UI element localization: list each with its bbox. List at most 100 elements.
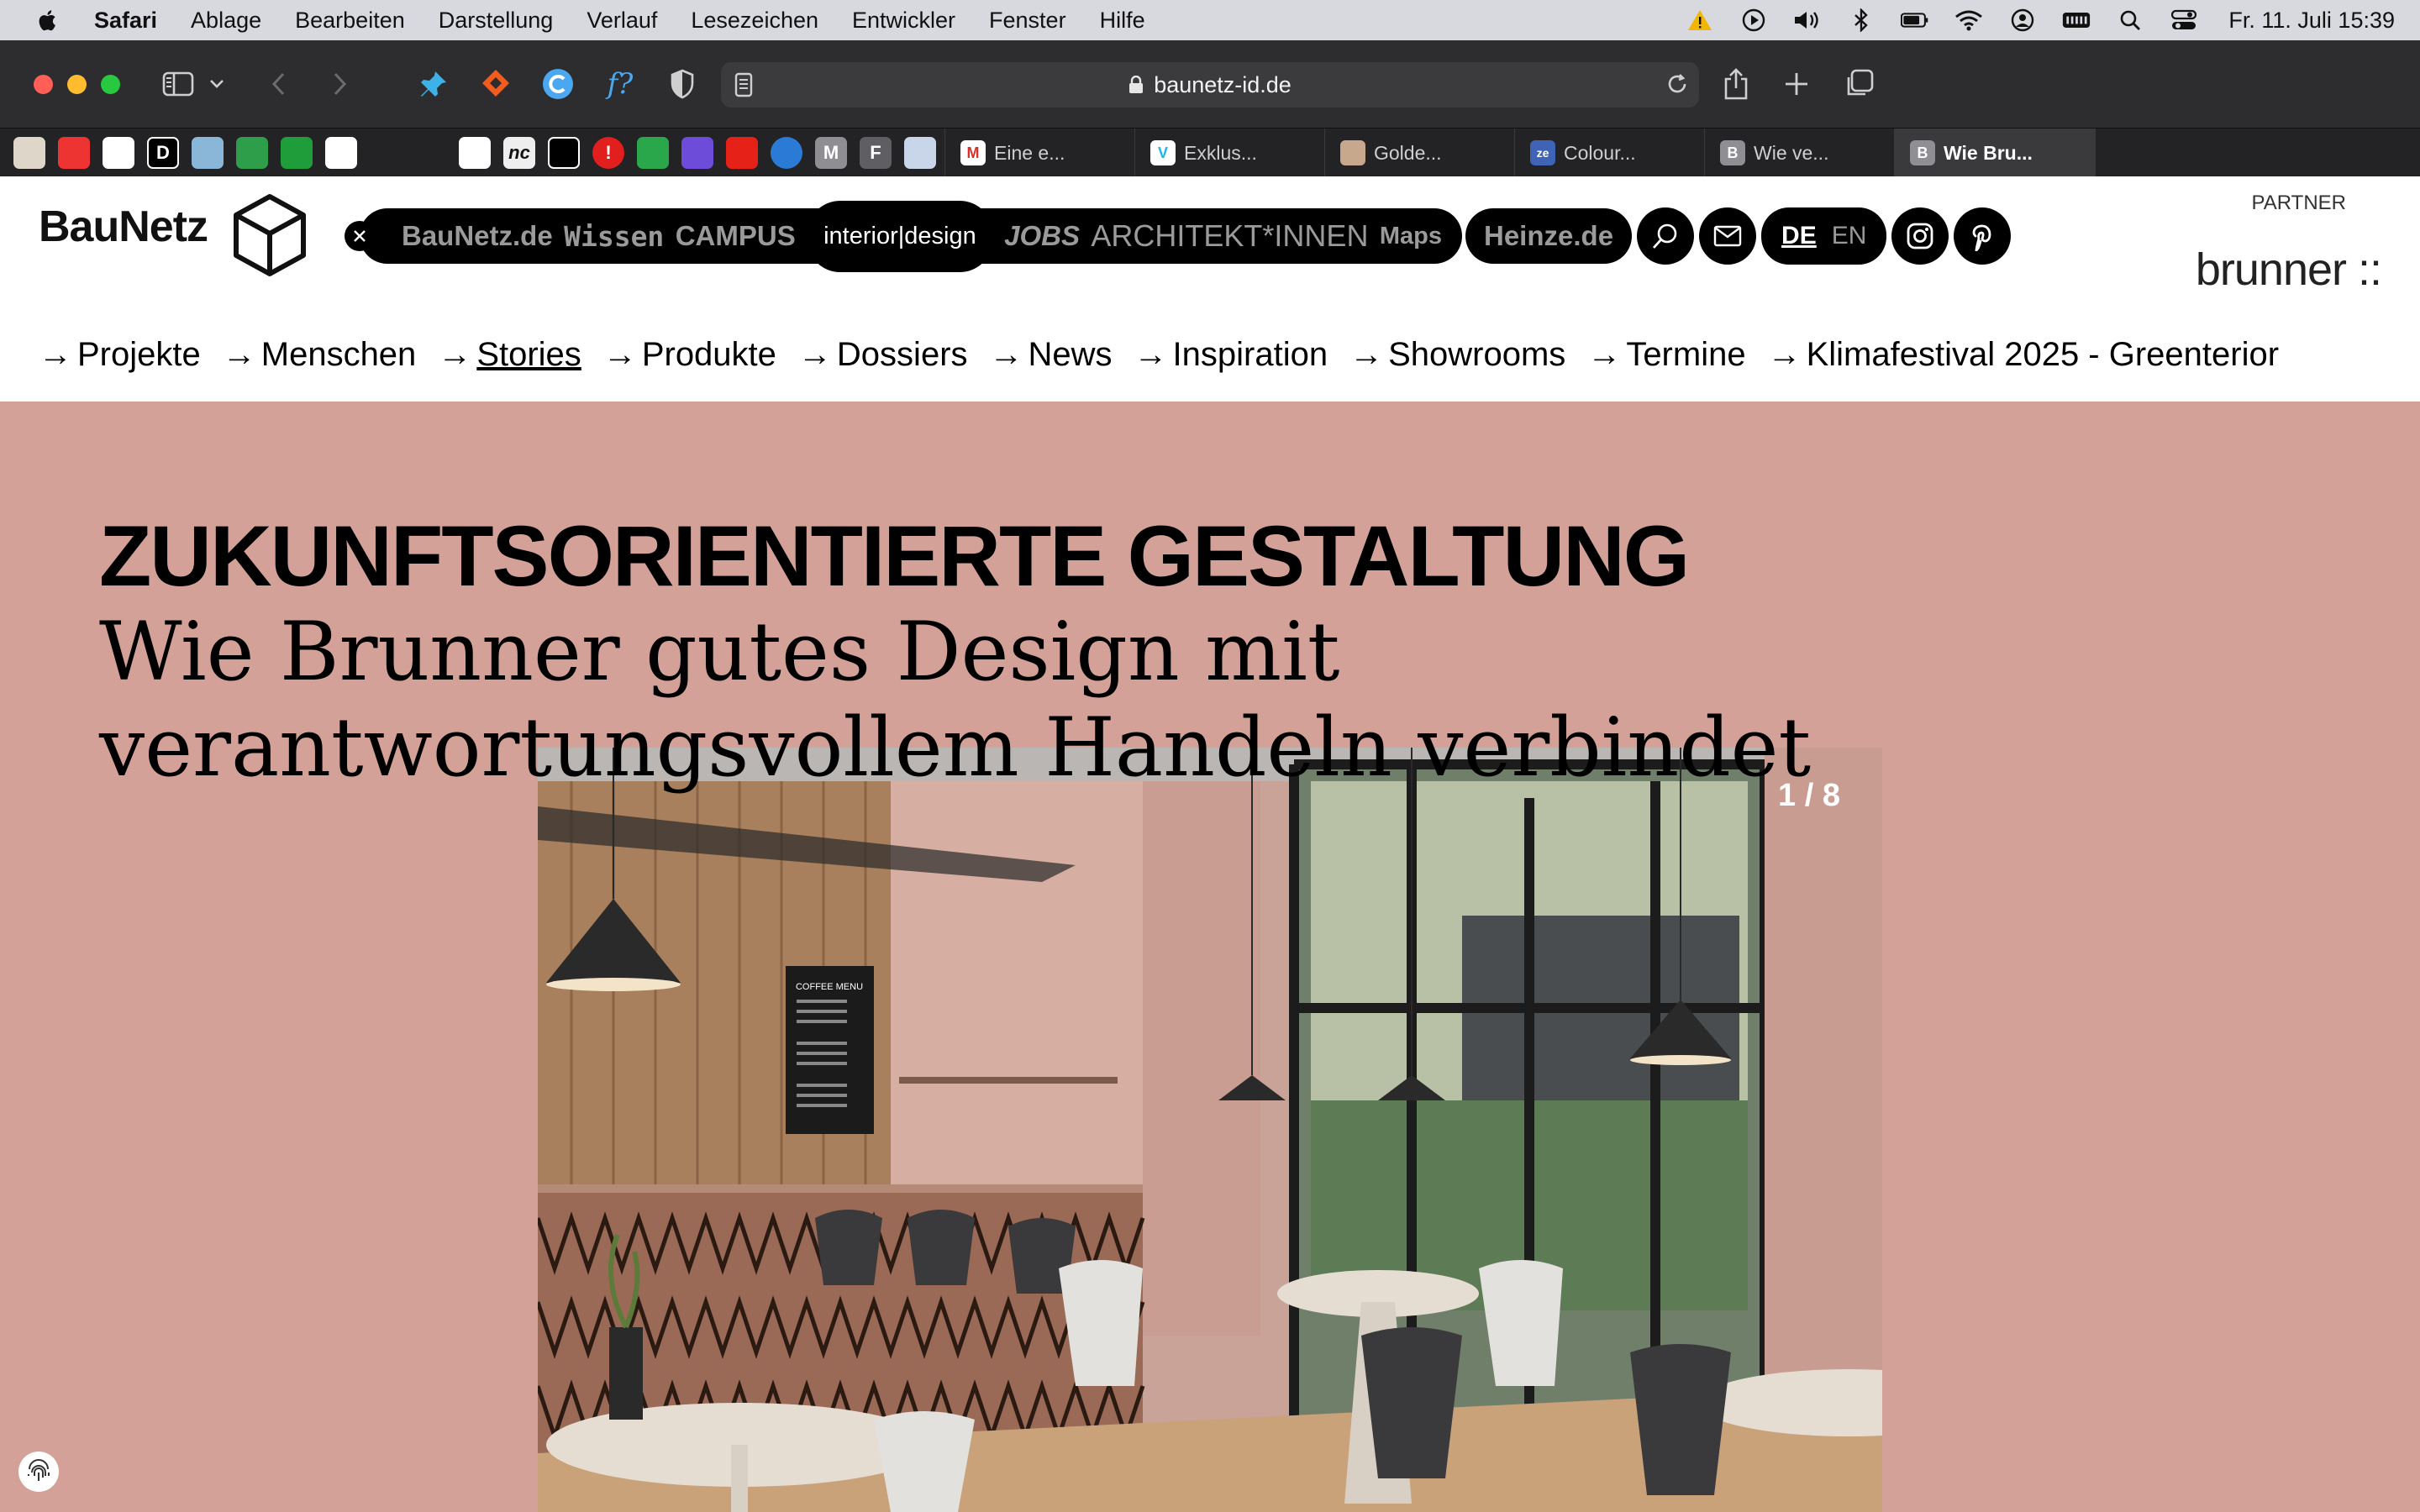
reader-page-icon[interactable]	[734, 72, 753, 103]
menu-lesezeichen[interactable]: Lesezeichen	[691, 8, 818, 34]
hero-image-cafe-interior[interactable]: COFFEE MENU	[538, 748, 1882, 1512]
pin-extension-icon[interactable]	[415, 66, 452, 102]
pinned-tab[interactable]	[681, 137, 713, 169]
pinned-tab[interactable]: nc	[503, 137, 535, 169]
nav-termine[interactable]: → Termine	[1587, 336, 1745, 374]
nav-stories[interactable]: → Stories	[438, 336, 581, 374]
tab-overview-icon[interactable]	[1840, 66, 1877, 102]
color-picker-extension-icon[interactable]	[539, 66, 576, 102]
nav-projekte[interactable]: → Projekte	[39, 336, 201, 374]
network-link-baunetz[interactable]: BauNetz.de	[402, 220, 553, 252]
keyboard-icon[interactable]	[2062, 9, 2091, 31]
pinned-tab[interactable]	[103, 137, 134, 169]
pinned-tab[interactable]: !	[592, 137, 624, 169]
tab-colour[interactable]: ze Colour...	[1514, 129, 1704, 177]
nav-dossiers[interactable]: → Dossiers	[798, 336, 968, 374]
lang-de[interactable]: DE	[1781, 222, 1817, 250]
network-link-interior-design[interactable]: interior|design	[807, 200, 993, 272]
new-tab-plus-icon[interactable]	[1778, 66, 1815, 102]
nav-produkte[interactable]: → Produkte	[603, 336, 776, 374]
baunetz-logo[interactable]: BauNetz	[39, 202, 208, 252]
zoom-window-button[interactable]	[101, 75, 120, 94]
font-finder-extension-icon[interactable]: f?	[602, 66, 639, 102]
heinze-pill: Heinze.de	[1465, 208, 1633, 264]
tab-golde[interactable]: Golde...	[1324, 129, 1514, 177]
lang-en[interactable]: EN	[1832, 222, 1867, 250]
pinned-tab[interactable]	[904, 137, 936, 169]
instagram-icon[interactable]	[1891, 207, 1949, 265]
play-icon[interactable]	[1739, 8, 1768, 32]
privacy-shield-icon[interactable]	[664, 66, 701, 102]
network-link-heinze[interactable]: Heinze.de	[1484, 220, 1613, 252]
tab-label: Golde...	[1374, 141, 1442, 164]
network-link-architekt-innen[interactable]: ARCHITEKT*INNEN	[1091, 218, 1368, 254]
pinned-tab[interactable]	[726, 137, 758, 169]
pinned-tab[interactable]	[13, 137, 45, 169]
pinned-tab[interactable]	[370, 137, 402, 169]
pinned-tab[interactable]	[548, 137, 580, 169]
warning-icon[interactable]	[1686, 9, 1714, 31]
back-arrow-icon[interactable]	[260, 66, 297, 102]
bluetooth-icon[interactable]	[1847, 8, 1876, 32]
wifi-icon[interactable]	[1954, 9, 1983, 31]
pinned-tab[interactable]: D	[147, 137, 179, 169]
pinned-tab[interactable]	[325, 137, 357, 169]
menu-entwickler[interactable]: Entwickler	[852, 8, 955, 34]
menu-hilfe[interactable]: Hilfe	[1100, 8, 1145, 34]
nav-showrooms[interactable]: → Showrooms	[1349, 336, 1565, 374]
network-link-maps[interactable]: Maps	[1380, 223, 1442, 250]
search-button[interactable]	[1637, 207, 1695, 265]
pinned-tab[interactable]	[459, 137, 491, 169]
pinned-tab[interactable]	[771, 137, 802, 169]
cube-logo-icon[interactable]	[232, 193, 308, 277]
menubar-clock[interactable]: Fr. 11. Juli 15:39	[2228, 8, 2395, 34]
menu-fenster[interactable]: Fenster	[989, 8, 1066, 34]
menu-ablage[interactable]: Ablage	[191, 8, 261, 34]
control-center-icon[interactable]	[2170, 9, 2198, 31]
pinned-tab[interactable]	[414, 137, 446, 169]
spotlight-search-icon[interactable]	[2116, 9, 2144, 31]
battery-icon[interactable]	[1901, 9, 1929, 31]
pinterest-icon[interactable]	[1954, 207, 2012, 265]
menu-darstellung[interactable]: Darstellung	[439, 8, 554, 34]
reload-icon[interactable]	[1665, 72, 1689, 103]
pinned-tab[interactable]	[637, 137, 669, 169]
apple-icon[interactable]	[37, 8, 57, 32]
close-icon[interactable]	[345, 221, 375, 251]
pinned-tab[interactable]	[58, 137, 90, 169]
menu-bearbeiten[interactable]: Bearbeiten	[295, 8, 405, 34]
user-account-icon[interactable]	[2008, 8, 2037, 32]
menu-verlauf[interactable]: Verlauf	[587, 8, 657, 34]
nav-news[interactable]: → News	[990, 336, 1113, 374]
tab-eine[interactable]: M Eine e...	[944, 129, 1134, 177]
chevron-down-icon[interactable]	[205, 66, 229, 102]
fingerprint-icon[interactable]	[18, 1452, 59, 1492]
menu-app-safari[interactable]: Safari	[94, 8, 157, 34]
tab-exklus[interactable]: V Exklus...	[1134, 129, 1324, 177]
pinned-tab[interactable]: F	[860, 137, 892, 169]
network-link-campus[interactable]: CAMPUS	[676, 220, 796, 252]
forward-arrow-icon[interactable]	[321, 66, 358, 102]
address-bar[interactable]: baunetz-id.de	[721, 62, 1699, 108]
pinned-tab[interactable]	[236, 137, 268, 169]
brunner-partner-logo[interactable]: brunner ::	[2196, 244, 2382, 296]
share-icon[interactable]	[1718, 66, 1754, 102]
minimize-window-button[interactable]	[67, 75, 87, 94]
pinned-tab[interactable]: M	[815, 137, 847, 169]
nav-menschen[interactable]: → Menschen	[223, 336, 417, 374]
tab-wie-ve[interactable]: B Wie ve...	[1704, 129, 1894, 177]
newsletter-button[interactable]	[1699, 207, 1757, 265]
pinned-tab[interactable]	[192, 137, 224, 169]
network-link-jobs[interactable]: JOBS	[1004, 220, 1080, 252]
brave-extension-icon[interactable]	[477, 66, 514, 102]
url-text[interactable]: baunetz-id.de	[1154, 72, 1292, 98]
pinned-tab[interactable]	[281, 137, 313, 169]
close-window-button[interactable]	[34, 75, 53, 94]
sidebar-toggle-icon[interactable]	[160, 66, 197, 102]
network-link-wissen[interactable]: Wissen	[564, 220, 664, 253]
nav-klimafestival[interactable]: → Klimafestival 2025 - Greenterior	[1768, 336, 2279, 374]
menubar-status-area: Fr. 11. Juli 15:39	[1686, 0, 2395, 40]
volume-icon[interactable]	[1793, 9, 1822, 31]
nav-inspiration[interactable]: → Inspiration	[1134, 336, 1328, 374]
tab-wie-bru-active[interactable]: B Wie Bru...	[1894, 129, 2096, 177]
